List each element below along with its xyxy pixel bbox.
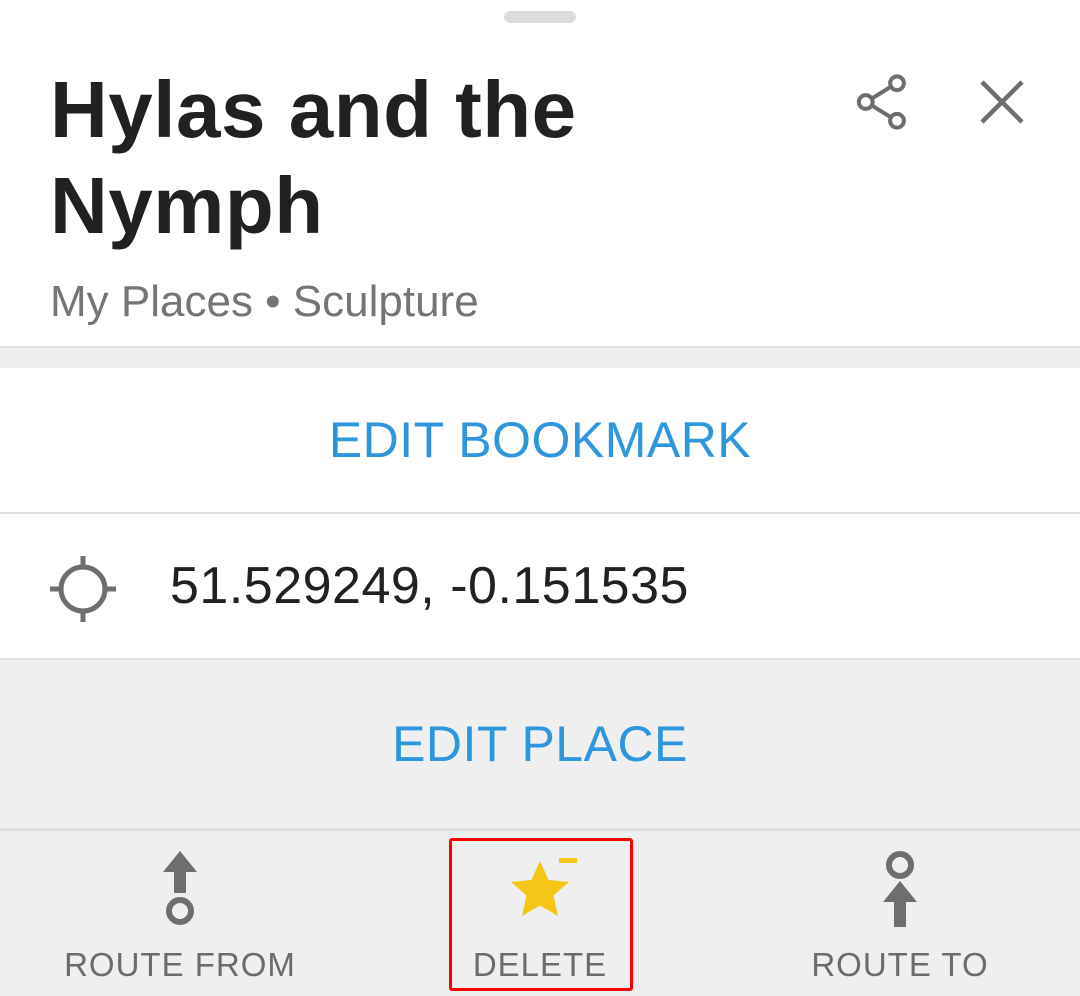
drag-handle[interactable] xyxy=(504,11,576,23)
coordinates-row[interactable]: 51.529249, -0.151535 xyxy=(0,514,1080,660)
route-from-icon xyxy=(163,851,197,925)
route-to-button[interactable]: ROUTE TO xyxy=(760,831,1040,996)
share-icon xyxy=(856,74,906,130)
route-from-button[interactable]: ROUTE FROM xyxy=(40,831,320,996)
edit-place-section: EDIT PLACE xyxy=(0,660,1080,828)
route-to-label: ROUTE TO xyxy=(811,946,989,983)
place-subtitle: My Places • Sculpture xyxy=(50,277,479,326)
route-from-label: ROUTE FROM xyxy=(64,946,296,983)
section-divider xyxy=(0,346,1080,368)
share-button[interactable] xyxy=(842,62,922,142)
star-remove-icon xyxy=(511,858,577,916)
close-icon xyxy=(980,80,1024,124)
close-button[interactable] xyxy=(962,62,1042,142)
coordinates-text: 51.529249, -0.151535 xyxy=(170,557,689,615)
delete-label: DELETE xyxy=(472,946,608,983)
edit-bookmark-button[interactable]: EDIT BOOKMARK xyxy=(0,368,1080,514)
place-title: Hylas and the Nymph xyxy=(50,65,577,250)
edit-place-button[interactable]: EDIT PLACE xyxy=(392,715,688,773)
route-to-icon xyxy=(883,851,917,927)
bottom-action-bar: ROUTE FROM DELETE ROUTE TO xyxy=(0,828,1080,996)
location-crosshair-icon xyxy=(50,556,116,622)
delete-bookmark-button[interactable]: DELETE xyxy=(400,831,680,996)
